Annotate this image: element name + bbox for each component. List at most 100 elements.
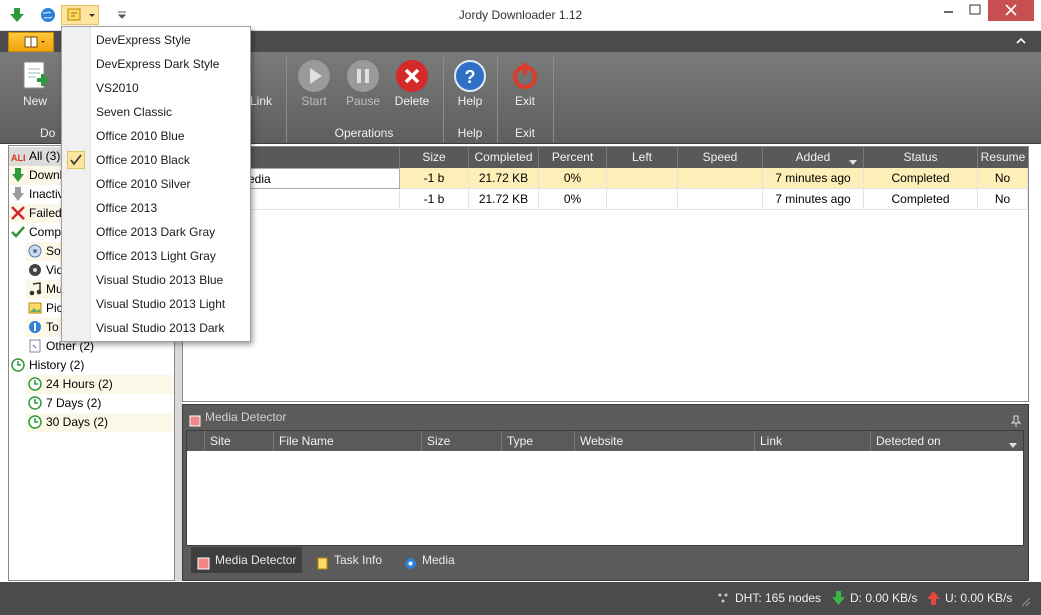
cell-size: -1 b <box>400 168 469 189</box>
style-menu: DevExpress Style DevExpress Dark Style V… <box>61 26 251 342</box>
column-header-website[interactable]: Website <box>575 431 755 451</box>
close-button[interactable] <box>988 0 1034 21</box>
upload-speed-status: U: 0.00 KB/s <box>925 588 1012 608</box>
menu-item-office-2013-light-gray[interactable]: Office 2013 Light Gray <box>62 244 250 268</box>
start-button[interactable]: Start <box>289 56 339 116</box>
menu-item-office-2013-dark-gray[interactable]: Office 2013 Dark Gray <box>62 220 250 244</box>
cell-resume: No <box>978 189 1028 210</box>
column-header-speed[interactable]: Speed <box>678 147 763 168</box>
column-header-size[interactable]: Size <box>400 147 469 168</box>
inactive-arrow-icon <box>11 187 25 201</box>
media-detector-tabs: Media Detector Task Info Media Preview <box>186 547 1024 593</box>
media-preview-icon <box>404 553 417 569</box>
picture-icon <box>28 301 42 315</box>
exit-group-label: Exit <box>514 126 535 140</box>
play-icon <box>298 60 330 92</box>
exit-label: Exit <box>514 94 535 108</box>
other-file-icon <box>28 339 42 353</box>
pin-icon[interactable] <box>1010 411 1022 427</box>
tab-media-detector[interactable]: Media Detector <box>191 547 302 573</box>
tree-item-24-hours[interactable]: 24 Hours (2) <box>26 375 174 394</box>
tab-media-preview[interactable]: Media Preview <box>398 547 498 593</box>
column-header-detected-on[interactable]: Detected on <box>871 431 1023 451</box>
upload-arrow-icon <box>927 591 940 605</box>
all-icon: ALL <box>11 149 29 163</box>
application-menu-button[interactable] <box>8 32 54 52</box>
power-icon <box>509 60 541 92</box>
menu-item-visual-studio-2013-light[interactable]: Visual Studio 2013 Light <box>62 292 250 316</box>
help-label: Help <box>457 94 483 108</box>
svg-text:?: ? <box>465 67 476 87</box>
cell-resume: No <box>978 168 1028 189</box>
group-separator <box>286 56 287 142</box>
column-header-file-name[interactable]: File Name <box>274 431 422 451</box>
media-detector-caption: Media Detector <box>183 405 1028 429</box>
cell-added: 7 minutes ago <box>763 189 864 210</box>
media-detector-tab-icon <box>197 553 210 570</box>
menu-item-office-2010-black[interactable]: Office 2010 Black <box>62 148 250 172</box>
column-header-link[interactable]: Link <box>755 431 871 451</box>
media-detector-panel: Media Detector Site File Name Size Type … <box>182 404 1029 593</box>
menu-item-devexpress-dark-style[interactable]: DevExpress Dark Style <box>62 52 250 76</box>
download-speed-status: D: 0.00 KB/s <box>830 588 917 608</box>
new-document-icon <box>19 60 51 92</box>
new-button[interactable]: New <box>10 56 60 116</box>
menu-item-vs2010[interactable]: VS2010 <box>62 76 250 100</box>
cell-percent: 0% <box>539 189 607 210</box>
column-header-checkbox[interactable] <box>187 431 205 451</box>
column-header-size[interactable]: Size <box>422 431 502 451</box>
menu-item-office-2010-silver[interactable]: Office 2010 Silver <box>62 172 250 196</box>
music-icon <box>28 282 42 296</box>
status-bar: DHT: 165 nodes D: 0.00 KB/s U: 0.00 KB/s <box>0 582 1041 615</box>
menu-item-seven-classic[interactable]: Seven Classic <box>62 100 250 124</box>
delete-x-icon <box>396 60 428 92</box>
media-detector-title: Media Detector <box>205 410 287 424</box>
group-separator <box>443 56 444 142</box>
dht-status: DHT: 165 nodes <box>715 588 821 608</box>
exit-button[interactable]: Exit <box>500 56 550 116</box>
minimize-button[interactable] <box>935 0 962 21</box>
checkmark-icon <box>11 225 25 239</box>
column-header-type[interactable]: Type <box>502 431 575 451</box>
menu-item-visual-studio-2013-blue[interactable]: Visual Studio 2013 Blue <box>62 268 250 292</box>
history-icon <box>28 377 42 391</box>
maximize-button[interactable] <box>962 0 988 21</box>
software-icon <box>28 244 42 258</box>
help-button[interactable]: ? Help <box>445 56 495 116</box>
menu-item-devexpress-style[interactable]: DevExpress Style <box>62 28 250 52</box>
sort-descending-icon <box>849 155 857 165</box>
pause-icon <box>347 60 379 92</box>
cell-left <box>607 168 678 189</box>
column-header-percent[interactable]: Percent <box>539 147 607 168</box>
cell-added: 7 minutes ago <box>763 168 864 189</box>
torrent-icon <box>28 320 42 334</box>
column-header-status[interactable]: Status <box>864 147 978 168</box>
pause-button[interactable]: Pause <box>338 56 388 116</box>
help-group-label: Help <box>457 126 483 140</box>
cell-status: Completed <box>864 189 978 210</box>
column-header-resume[interactable]: Resume <box>978 147 1028 168</box>
menu-item-office-2010-blue[interactable]: Office 2010 Blue <box>62 124 250 148</box>
cell-size: -1 b <box>400 189 469 210</box>
cell-speed <box>678 168 763 189</box>
delete-label: Delete <box>394 94 430 108</box>
resize-grip-icon[interactable] <box>1020 596 1032 608</box>
table-row[interactable]: -1 b 21.72 KB 0% 7 minutes ago Completed… <box>183 189 1028 210</box>
column-header-left[interactable]: Left <box>607 147 678 168</box>
pause-label: Pause <box>345 94 381 108</box>
column-header-site[interactable]: Site <box>205 431 274 451</box>
menu-item-office-2013[interactable]: Office 2013 <box>62 196 250 220</box>
column-dropdown-icon[interactable] <box>1009 438 1017 448</box>
delete-button[interactable]: Delete <box>387 56 437 116</box>
tree-item-7-days[interactable]: 7 Days (2) <box>26 394 174 413</box>
downloads-grid: Size Completed Percent Left Speed Added … <box>182 146 1029 402</box>
cell-speed <box>678 189 763 210</box>
minimize-ribbon-icon[interactable] <box>1015 35 1027 47</box>
menu-item-visual-studio-2013-dark[interactable]: Visual Studio 2013 Dark <box>62 316 250 340</box>
column-header-completed[interactable]: Completed <box>469 147 539 168</box>
tab-task-info[interactable]: Task Info <box>310 547 390 573</box>
tree-item-30-days[interactable]: 30 Days (2) <box>26 413 174 432</box>
tree-item-history[interactable]: History (2) <box>9 356 174 375</box>
media-detector-icon <box>189 411 201 427</box>
table-row[interactable]: edia -1 b 21.72 KB 0% 7 minutes ago Comp… <box>183 168 1028 189</box>
